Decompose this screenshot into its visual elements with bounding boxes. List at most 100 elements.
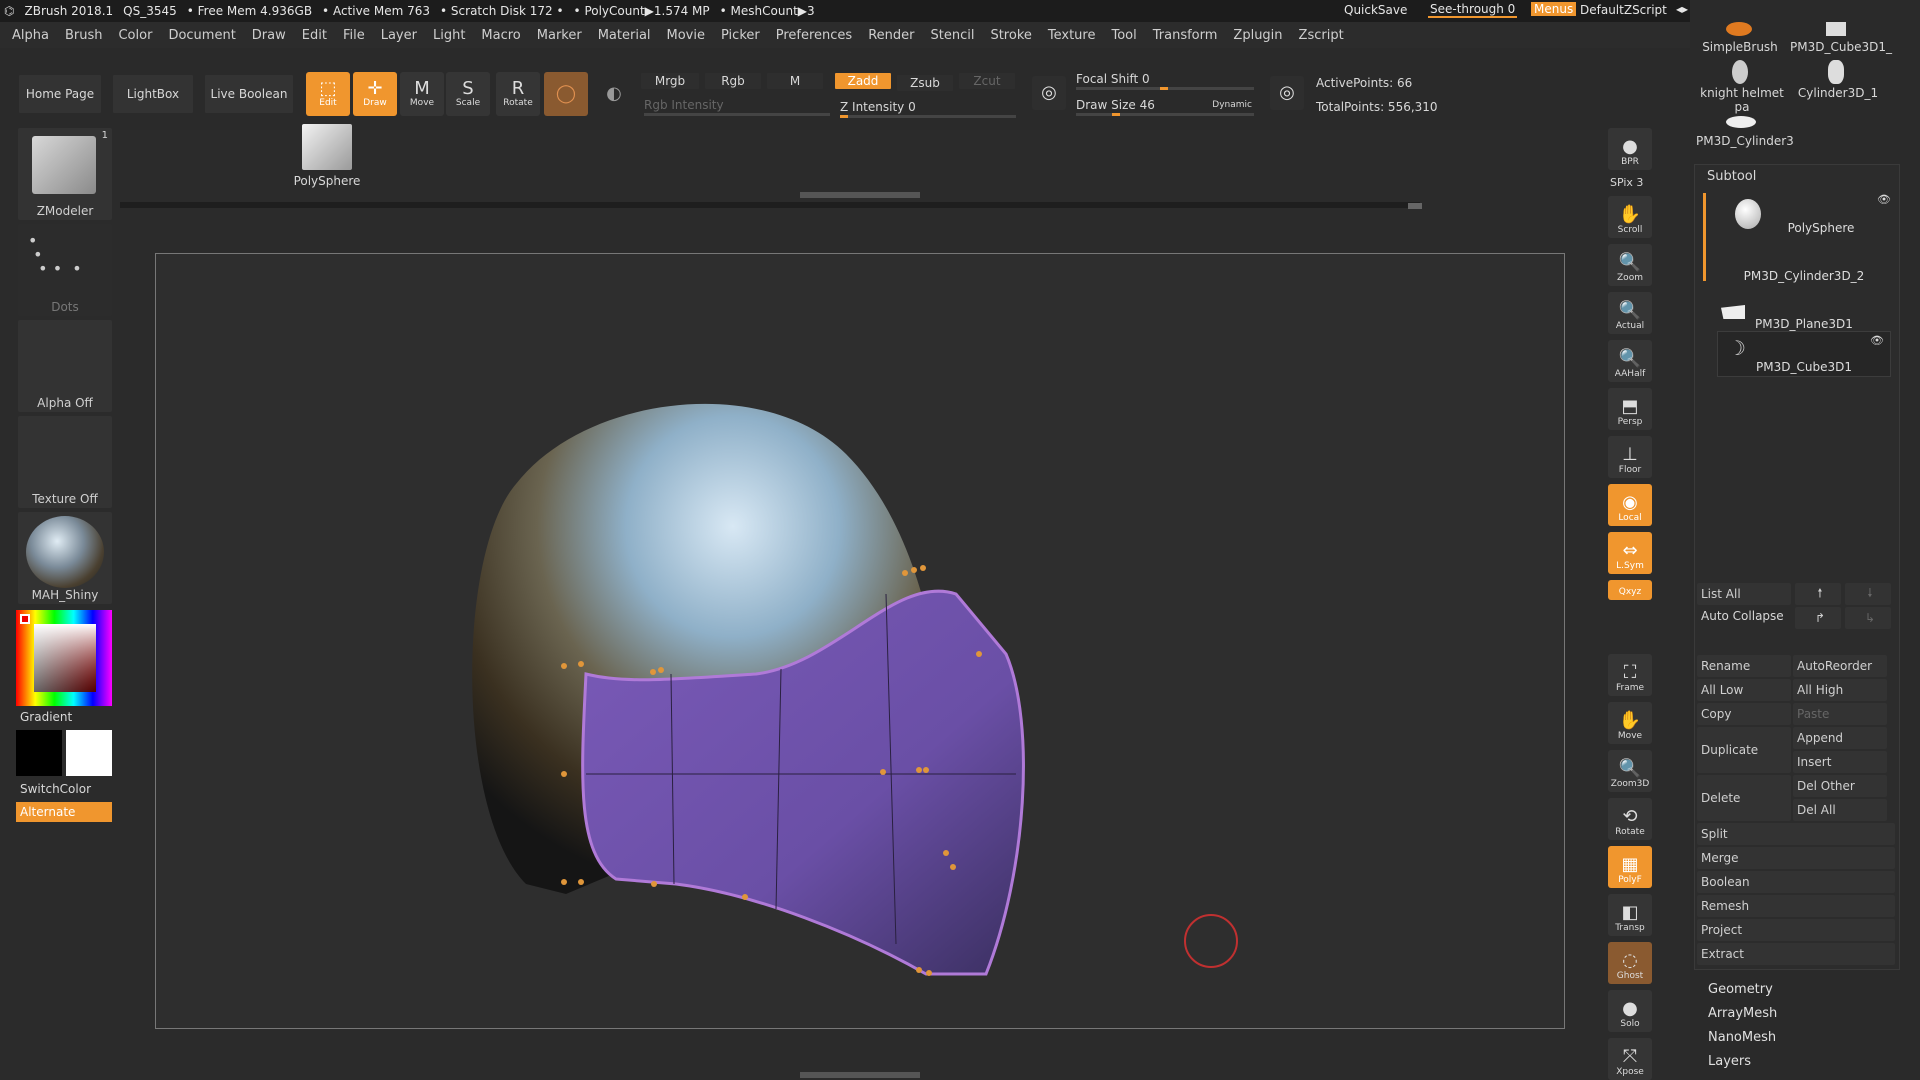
subtool-plane3d1[interactable]: PM3D_Plane3D1 (1711, 287, 1897, 333)
rotate-view-button[interactable]: ⟲ Rotate (1608, 798, 1652, 840)
thumb-knight-helmet[interactable]: knight helmet pa (1696, 60, 1788, 114)
thumb-cylinder3d1[interactable]: Cylinder3D_1 (1790, 60, 1886, 100)
zadd-button[interactable]: Zadd (834, 72, 892, 90)
ghost-button[interactable]: ◌ Ghost (1608, 942, 1652, 984)
append-button[interactable]: Append (1793, 727, 1887, 749)
rgb-intensity-slider[interactable]: Rgb Intensity (644, 98, 830, 116)
menu-brush[interactable]: Brush (65, 28, 103, 43)
move-down-arrow-icon[interactable]: 🠗 (1845, 583, 1891, 605)
duplicate-button[interactable]: Duplicate (1697, 727, 1791, 773)
move-button[interactable]: M Move (400, 72, 444, 116)
focal-shift-slider[interactable]: Focal Shift 0 (1076, 72, 1254, 90)
subtool-visibility-eye-icon-2[interactable]: 👁 (1870, 334, 1884, 347)
zsub-button[interactable]: Zsub (896, 74, 954, 92)
arrow-right-icon[interactable]: ↱ (1795, 607, 1841, 629)
menu-document[interactable]: Document (168, 28, 235, 43)
arrow-right-dim-icon[interactable]: ↳ (1845, 607, 1891, 629)
actual-button[interactable]: 🔍 Actual (1608, 292, 1652, 334)
thumb-cube3d1[interactable]: PM3D_Cube3D1_ (1790, 22, 1892, 56)
rotate-button[interactable]: R Rotate (496, 72, 540, 116)
3d-canvas[interactable] (156, 254, 1566, 1030)
lsym-button[interactable]: ⇔ L.Sym (1608, 532, 1652, 574)
arraymesh-section[interactable]: ArrayMesh (1708, 1006, 1777, 1021)
polysphere-thumb[interactable]: PolySphere (294, 124, 360, 188)
nanomesh-section[interactable]: NanoMesh (1708, 1030, 1776, 1045)
subtool-cube3d1[interactable]: ☽ 👁 PM3D_Cube3D1 (1717, 331, 1891, 377)
copy-button[interactable]: Copy (1697, 703, 1791, 725)
dynamic-size-icon[interactable]: ◎ (1270, 76, 1304, 110)
z-intensity-slider[interactable]: Z Intensity 0 (840, 100, 1016, 118)
frame-button[interactable]: ⛶ Frame (1608, 654, 1652, 696)
color-sphere-button[interactable]: ◐ (592, 72, 636, 116)
gradient-label[interactable]: Gradient (20, 710, 72, 724)
menu-layer[interactable]: Layer (381, 28, 417, 43)
thumb-simplebrush[interactable]: SimpleBrush (1696, 22, 1784, 56)
subtool-polysphere[interactable]: 👁 PolySphere (1711, 191, 1897, 237)
menu-zplugin[interactable]: Zplugin (1233, 28, 1282, 43)
primary-color-swatch[interactable] (16, 730, 62, 776)
extract-button[interactable]: Extract (1697, 943, 1895, 965)
polyf-button[interactable]: ▦ PolyF (1608, 846, 1652, 888)
menu-macro[interactable]: Macro (481, 28, 520, 43)
lightbox-button[interactable]: LightBox (112, 74, 194, 114)
layers-section[interactable]: Layers (1708, 1054, 1751, 1069)
project-button[interactable]: Project (1697, 919, 1895, 941)
menu-light[interactable]: Light (433, 28, 465, 43)
shelf-scroll-handle[interactable] (1408, 203, 1422, 209)
material-button[interactable]: MAH_Shiny (18, 512, 112, 604)
quicksave-button[interactable]: QuickSave (1344, 3, 1407, 17)
home-page-button[interactable]: Home Page (18, 74, 102, 114)
all-low-button[interactable]: All Low (1697, 679, 1791, 701)
see-through-slider[interactable]: See-through 0 (1428, 2, 1518, 18)
xpose-button[interactable]: ⤧ Xpose (1608, 1038, 1652, 1080)
zmodeler-brush-button[interactable]: 1 ZModeler (18, 128, 112, 220)
subtool-title[interactable]: Subtool (1707, 169, 1756, 184)
paste-button[interactable]: Paste (1793, 703, 1887, 725)
menu-tool[interactable]: Tool (1111, 28, 1136, 43)
top-shelf-handle[interactable] (800, 192, 920, 198)
alpha-off-button[interactable]: Alpha Off (18, 320, 112, 412)
menu-edit[interactable]: Edit (302, 28, 327, 43)
list-all-button[interactable]: List All (1697, 583, 1791, 605)
scale-button[interactable]: S Scale (446, 72, 490, 116)
zcut-button[interactable]: Zcut (958, 72, 1016, 90)
lazy-mouse-icon[interactable]: ◎ (1032, 76, 1066, 110)
scroll-button[interactable]: ✋ Scroll (1608, 196, 1652, 238)
all-high-button[interactable]: All High (1793, 679, 1887, 701)
menu-color[interactable]: Color (118, 28, 152, 43)
menu-preferences[interactable]: Preferences (776, 28, 852, 43)
del-other-button[interactable]: Del Other (1793, 775, 1887, 797)
menu-stencil[interactable]: Stencil (930, 28, 974, 43)
persp-button[interactable]: ⬒ Persp (1608, 388, 1652, 430)
solo-button[interactable]: ● Solo (1608, 990, 1652, 1032)
menu-texture[interactable]: Texture (1048, 28, 1096, 43)
boolean-button[interactable]: Boolean (1697, 871, 1895, 893)
rgb-button[interactable]: Rgb (704, 72, 762, 90)
bottom-shelf-handle[interactable] (800, 1072, 920, 1078)
zoom3d-button[interactable]: 🔍 Zoom3D (1608, 750, 1652, 792)
del-all-button[interactable]: Del All (1793, 799, 1887, 821)
mrgb-button[interactable]: Mrgb (640, 72, 700, 90)
menu-file[interactable]: File (343, 28, 365, 43)
transp-button[interactable]: ◧ Transp (1608, 894, 1652, 936)
menus-button[interactable]: Menus (1531, 2, 1577, 16)
split-button[interactable]: Split (1697, 823, 1895, 845)
menu-transform[interactable]: Transform (1153, 28, 1218, 43)
canvas-frame[interactable] (155, 253, 1565, 1029)
bpr-button[interactable]: ● BPR (1608, 128, 1652, 170)
autoreorder-button[interactable]: AutoReorder (1793, 655, 1887, 677)
remesh-button[interactable]: Remesh (1697, 895, 1895, 917)
m-button[interactable]: M (766, 72, 824, 90)
zoom-button[interactable]: 🔍 Zoom (1608, 244, 1652, 286)
alternate-button[interactable]: Alternate (16, 802, 112, 822)
rename-button[interactable]: Rename (1697, 655, 1791, 677)
move-up-arrow-icon[interactable]: 🠕 (1795, 583, 1841, 605)
insert-button[interactable]: Insert (1793, 751, 1887, 773)
floor-button[interactable]: ⊥ Floor (1608, 436, 1652, 478)
qxyz-button[interactable]: Qxyz (1608, 580, 1652, 600)
menu-stroke[interactable]: Stroke (990, 28, 1031, 43)
menu-marker[interactable]: Marker (537, 28, 582, 43)
move-view-button[interactable]: ✋ Move (1608, 702, 1652, 744)
menu-zscript[interactable]: Zscript (1299, 28, 1344, 43)
geometry-section[interactable]: Geometry (1708, 982, 1773, 997)
